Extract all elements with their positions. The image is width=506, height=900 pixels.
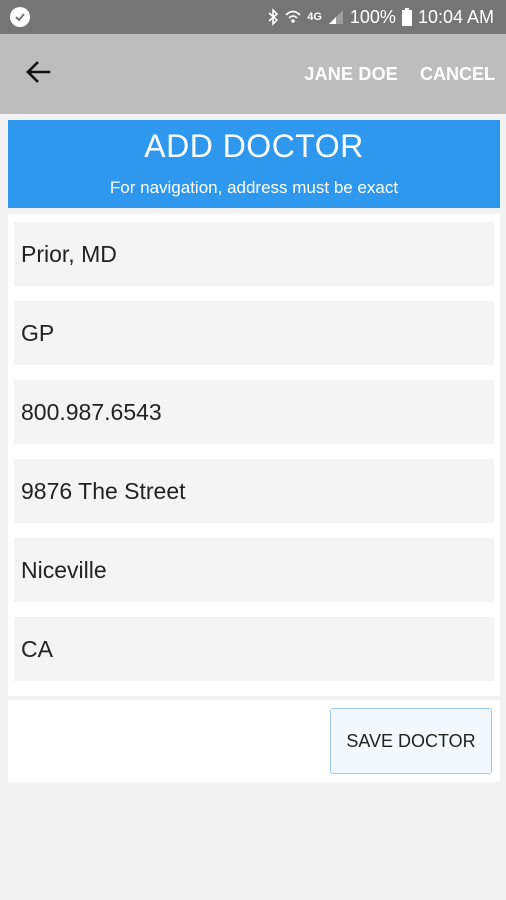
back-button[interactable] <box>18 56 58 92</box>
bluetooth-icon <box>267 8 279 26</box>
save-doctor-button[interactable]: SAVE DOCTOR <box>330 708 492 774</box>
status-time: 10:04 AM <box>417 6 494 27</box>
city-value: Niceville <box>21 556 107 583</box>
header-banner: ADD DOCTOR For navigation, address must … <box>8 120 500 208</box>
status-right: 4G 100% 10:04 AM <box>267 7 494 28</box>
arrow-left-icon <box>25 60 51 89</box>
specialty-value: GP <box>21 319 55 346</box>
wifi-icon <box>285 9 301 25</box>
cancel-button[interactable]: CANCEL <box>420 64 495 85</box>
user-name[interactable]: JANE DOE <box>304 64 398 85</box>
specialty-field[interactable]: GP <box>14 301 494 365</box>
signal-icon <box>328 9 344 25</box>
check-circle-icon <box>10 7 30 27</box>
battery-icon <box>401 8 412 26</box>
doctor-name-field[interactable]: Prior, MD <box>14 222 494 286</box>
doctor-form: Prior, MD GP 800.987.6543 9876 The Stree… <box>8 214 500 696</box>
city-field[interactable]: Niceville <box>14 538 494 602</box>
page-title: ADD DOCTOR <box>144 128 364 164</box>
status-left <box>10 7 30 27</box>
street-field[interactable]: 9876 The Street <box>14 459 494 523</box>
status-bar: 4G 100% 10:04 AM <box>0 0 506 34</box>
battery-percent: 100% <box>349 6 396 27</box>
app-toolbar: JANE DOE CANCEL <box>0 34 506 114</box>
page-subtitle: For navigation, address must be exact <box>109 178 399 197</box>
phone-value: 800.987.6543 <box>21 398 162 425</box>
network-4g-icon: 4G <box>307 11 322 23</box>
street-value: 9876 The Street <box>21 477 186 504</box>
doctor-name-value: Prior, MD <box>21 240 117 267</box>
action-bar: SAVE DOCTOR <box>8 700 500 782</box>
state-field[interactable]: CA <box>14 617 494 681</box>
state-value: CA <box>21 635 53 662</box>
phone-field[interactable]: 800.987.6543 <box>14 380 494 444</box>
